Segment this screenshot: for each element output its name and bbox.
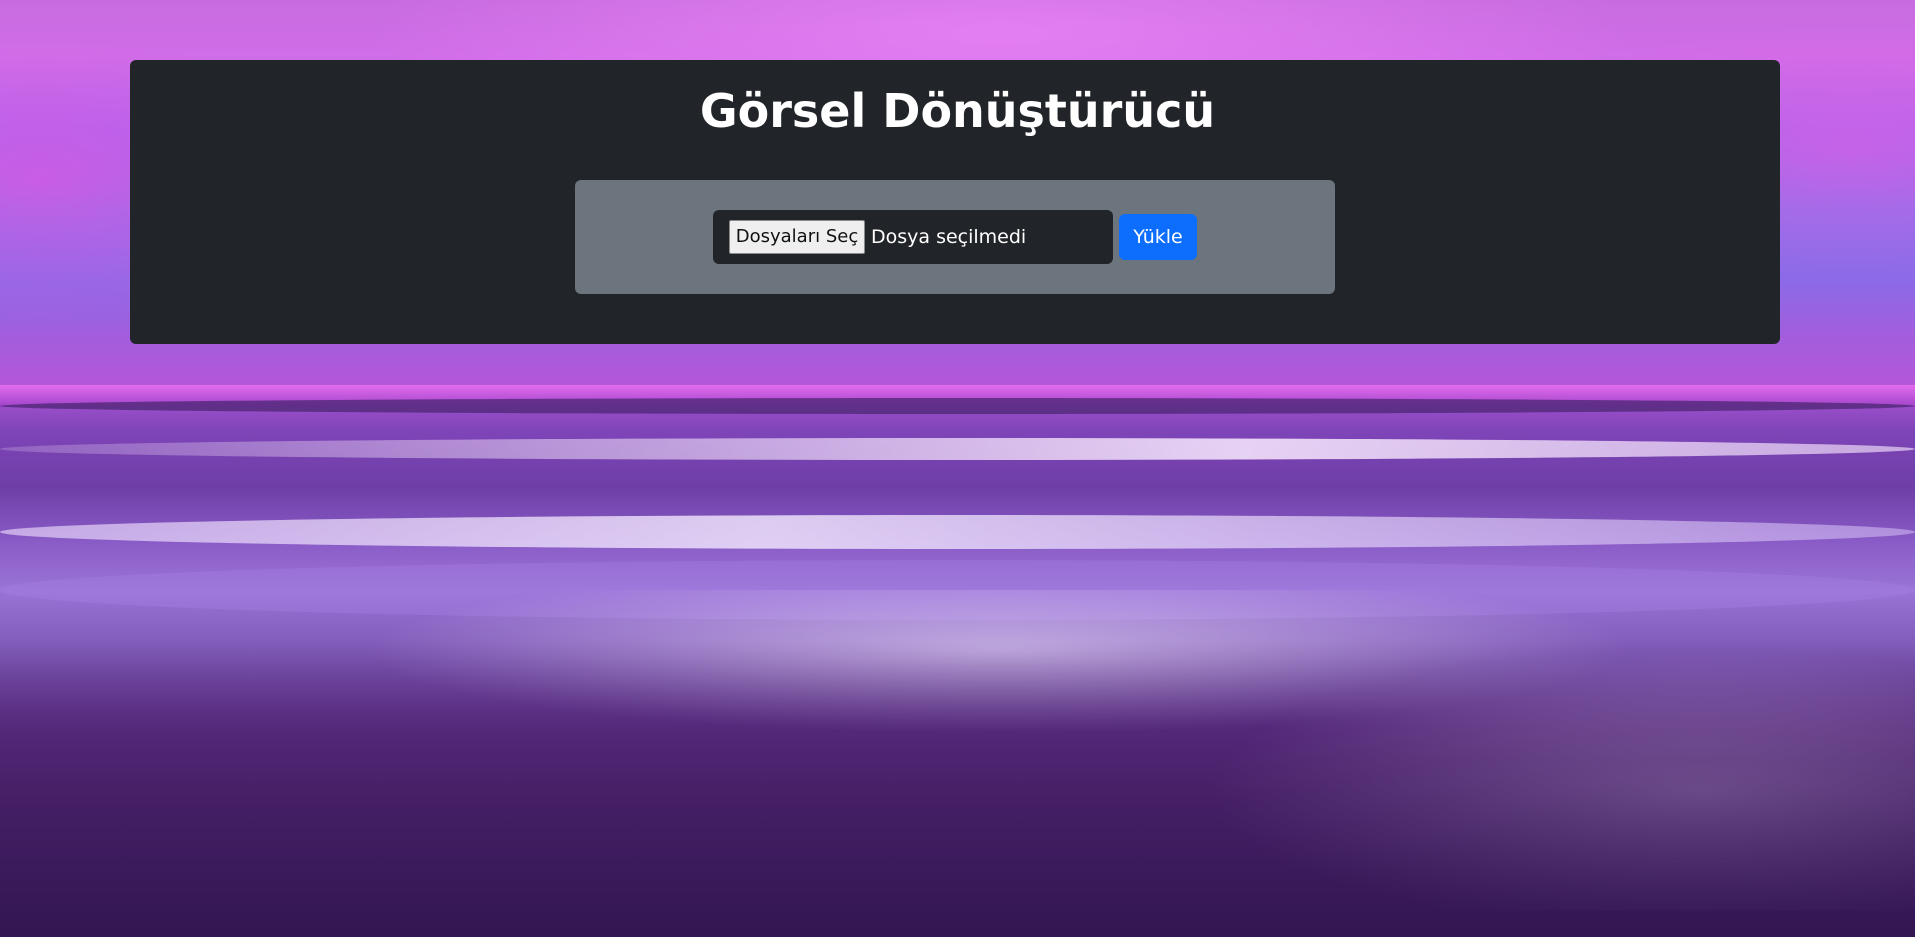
wave-crest (0, 438, 1915, 460)
wet-sand (0, 640, 1915, 937)
wave-far (0, 398, 1915, 414)
wave-breaking (0, 515, 1915, 549)
choose-files-button[interactable]: Dosyaları Seç (729, 220, 865, 254)
file-selection-status: Dosya seçilmedi (871, 226, 1027, 248)
upload-button[interactable]: Yükle (1119, 214, 1197, 260)
page-title: Görsel Dönüştürücü (699, 84, 1216, 138)
